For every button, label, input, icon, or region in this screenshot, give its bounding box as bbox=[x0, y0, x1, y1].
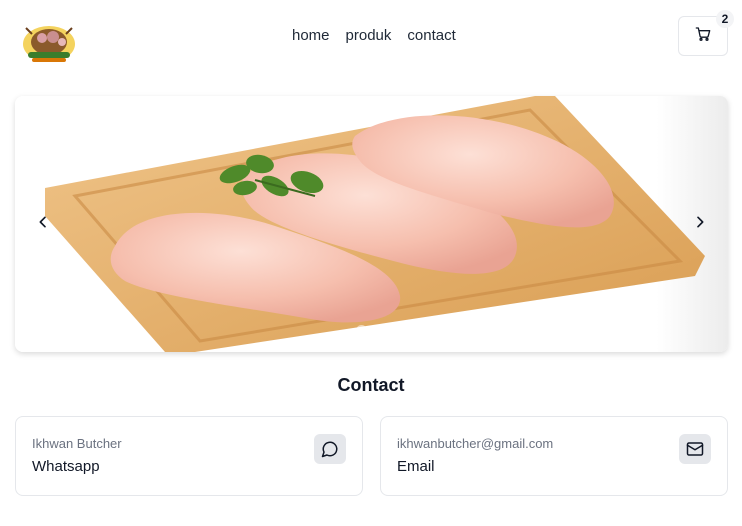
mail-icon[interactable] bbox=[679, 434, 711, 464]
hero-carousel[interactable] bbox=[15, 96, 728, 352]
shopping-cart-icon bbox=[695, 26, 711, 47]
butcher-logo-icon[interactable] bbox=[20, 20, 78, 64]
nav-contact[interactable]: contact bbox=[407, 26, 455, 46]
chevron-right-icon bbox=[692, 214, 708, 235]
nav-home[interactable]: home bbox=[292, 26, 330, 46]
chat-bubble-icon[interactable] bbox=[314, 434, 346, 464]
main-nav: home produk contact bbox=[292, 26, 456, 46]
whatsapp-contact-card[interactable]: Ikhwan Butcher Whatsapp bbox=[15, 416, 363, 496]
email-card-title: Email bbox=[397, 458, 435, 475]
whatsapp-card-subtitle: Ikhwan Butcher bbox=[32, 436, 122, 451]
chevron-left-icon bbox=[35, 214, 51, 235]
carousel-indicators bbox=[356, 325, 388, 336]
site-header: home produk contact 2 bbox=[0, 0, 742, 72]
carousel-dot-2[interactable] bbox=[377, 325, 388, 336]
carousel-next-button[interactable] bbox=[686, 210, 714, 238]
carousel-prev-button[interactable] bbox=[29, 210, 57, 238]
nav-produk[interactable]: produk bbox=[346, 26, 392, 46]
email-contact-card[interactable]: ikhwanbutcher@gmail.com Email bbox=[380, 416, 728, 496]
chicken-breast-image bbox=[15, 96, 728, 352]
email-card-subtitle: ikhwanbutcher@gmail.com bbox=[397, 436, 554, 451]
contact-heading: Contact bbox=[337, 375, 405, 395]
carousel-dot-1[interactable] bbox=[356, 325, 367, 336]
whatsapp-card-title: Whatsapp bbox=[32, 458, 100, 475]
cart-count-badge: 2 bbox=[716, 10, 734, 28]
